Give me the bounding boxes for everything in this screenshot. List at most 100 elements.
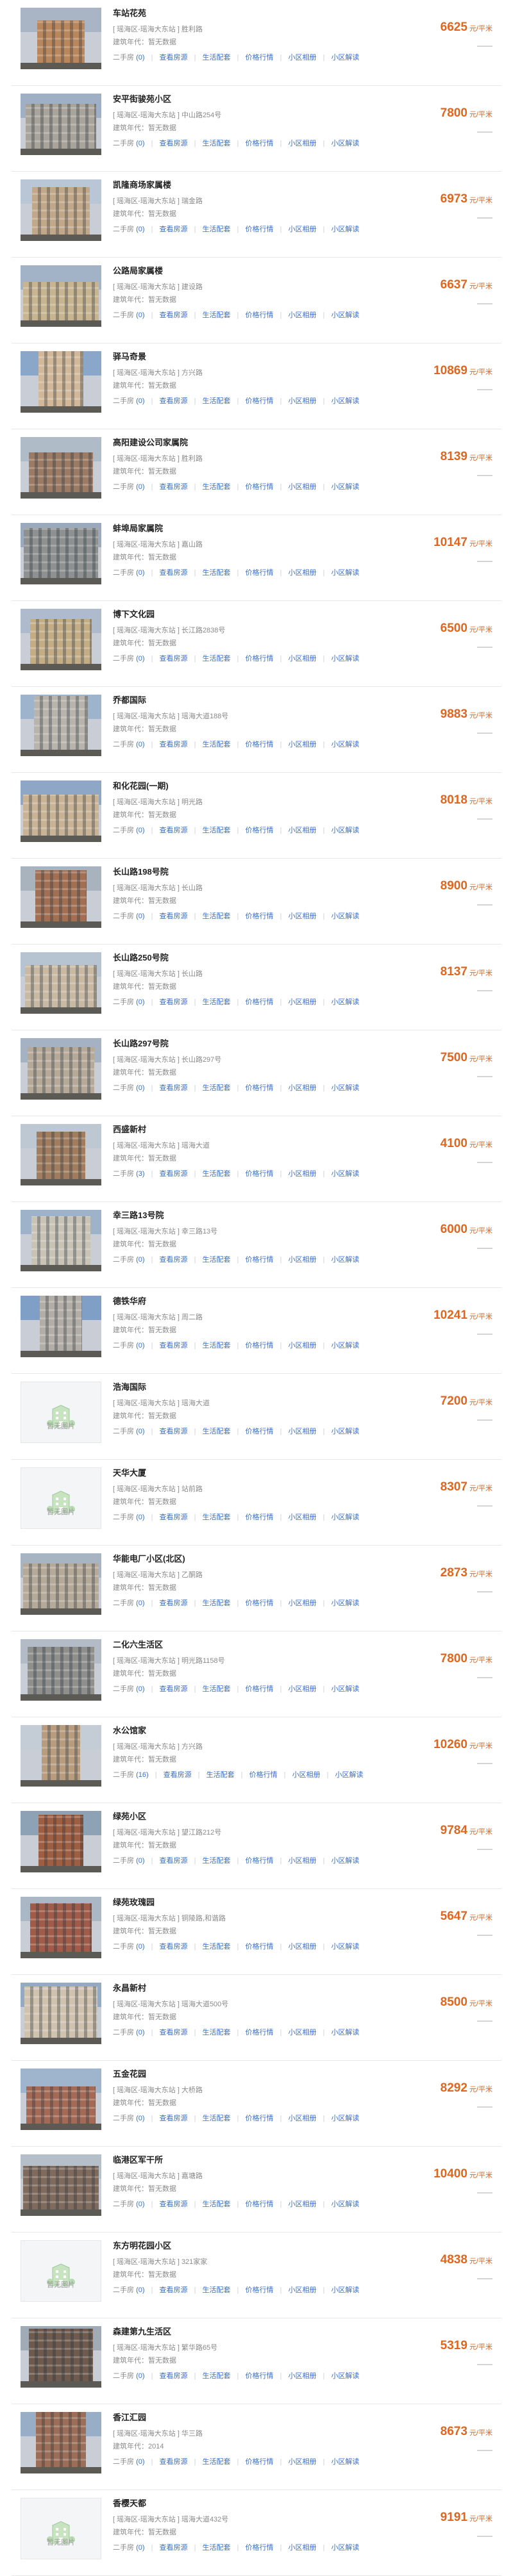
secondhand-count[interactable]: (0) — [136, 1082, 144, 1094]
secondhand-count[interactable]: (3) — [136, 1168, 144, 1180]
price-trend-link[interactable]: 价格行情 — [245, 2284, 273, 2297]
estate-photos-link[interactable]: 小区相册 — [288, 2198, 316, 2211]
amenities-link[interactable]: 生活配套 — [202, 1339, 230, 1352]
price-trend-link[interactable]: 价格行情 — [245, 481, 273, 493]
estate-name[interactable]: 二化六生活区 — [113, 1639, 386, 1651]
estate-photos-link[interactable]: 小区相册 — [292, 1769, 321, 1781]
estate-review-link[interactable]: 小区解读 — [331, 2112, 359, 2125]
estate-review-link[interactable]: 小区解读 — [331, 2370, 359, 2382]
secondhand-count[interactable]: (0) — [136, 2370, 144, 2382]
secondhand-count[interactable]: (0) — [136, 2456, 144, 2468]
view-listings-link[interactable]: 查看房源 — [160, 1683, 188, 1696]
estate-photos-link[interactable]: 小区相册 — [288, 2456, 316, 2468]
estate-review-link[interactable]: 小区解读 — [331, 652, 359, 665]
estate-review-link[interactable]: 小区解读 — [331, 1253, 359, 1266]
secondhand-count[interactable]: (0) — [136, 910, 144, 923]
view-listings-link[interactable]: 查看房源 — [160, 1511, 188, 1524]
view-listings-link[interactable]: 查看房源 — [160, 566, 188, 579]
secondhand-count[interactable]: (0) — [136, 1425, 144, 1438]
price-trend-link[interactable]: 价格行情 — [245, 2541, 273, 2554]
secondhand-count[interactable]: (0) — [136, 309, 144, 322]
estate-name[interactable]: 安平街骏苑小区 — [113, 94, 386, 105]
view-listings-link[interactable]: 查看房源 — [160, 2198, 188, 2211]
amenities-link[interactable]: 生活配套 — [202, 1854, 230, 1867]
secondhand-count[interactable]: (16) — [136, 1769, 149, 1781]
estate-photos-link[interactable]: 小区相册 — [288, 1854, 316, 1867]
estate-thumbnail[interactable] — [21, 780, 101, 842]
estate-review-link[interactable]: 小区解读 — [331, 2541, 359, 2554]
estate-photos-link[interactable]: 小区相册 — [288, 2284, 316, 2297]
view-listings-link[interactable]: 查看房源 — [160, 309, 188, 322]
view-listings-link[interactable]: 查看房源 — [160, 2456, 188, 2468]
estate-photos-link[interactable]: 小区相册 — [288, 2026, 316, 2039]
view-listings-link[interactable]: 查看房源 — [160, 1425, 188, 1438]
estate-name[interactable]: 蚌埠局家属院 — [113, 523, 386, 534]
estate-photos-link[interactable]: 小区相册 — [288, 1339, 316, 1352]
estate-thumbnail[interactable] — [21, 523, 101, 584]
estate-name[interactable]: 西盛新村 — [113, 1124, 386, 1135]
secondhand-count[interactable]: (0) — [136, 51, 144, 64]
amenities-link[interactable]: 生活配套 — [202, 652, 230, 665]
estate-review-link[interactable]: 小区解读 — [331, 910, 359, 923]
estate-name[interactable]: 浩海国际 — [113, 1382, 386, 1393]
estate-photos-link[interactable]: 小区相册 — [288, 1940, 316, 1953]
price-trend-link[interactable]: 价格行情 — [245, 996, 273, 1009]
estate-name[interactable]: 森建第九生活区 — [113, 2326, 386, 2338]
estate-photos-link[interactable]: 小区相册 — [288, 1597, 316, 1610]
price-trend-link[interactable]: 价格行情 — [245, 223, 273, 236]
amenities-link[interactable]: 生活配套 — [202, 2112, 230, 2125]
estate-photos-link[interactable]: 小区相册 — [288, 1168, 316, 1180]
amenities-link[interactable]: 生活配套 — [202, 137, 230, 150]
estate-thumbnail[interactable] — [21, 265, 101, 327]
estate-name[interactable]: 车站花苑 — [113, 8, 386, 19]
amenities-link[interactable]: 生活配套 — [202, 738, 230, 751]
amenities-link[interactable]: 生活配套 — [206, 1769, 235, 1781]
view-listings-link[interactable]: 查看房源 — [160, 824, 188, 837]
estate-thumbnail[interactable] — [21, 94, 101, 155]
amenities-link[interactable]: 生活配套 — [202, 309, 230, 322]
amenities-link[interactable]: 生活配套 — [202, 2370, 230, 2382]
price-trend-link[interactable]: 价格行情 — [245, 2112, 273, 2125]
estate-photos-link[interactable]: 小区相册 — [288, 1253, 316, 1266]
estate-name[interactable]: 香樱天都 — [113, 2498, 386, 2509]
amenities-link[interactable]: 生活配套 — [202, 1511, 230, 1524]
price-trend-link[interactable]: 价格行情 — [245, 2198, 273, 2211]
view-listings-link[interactable]: 查看房源 — [160, 2370, 188, 2382]
estate-photos-link[interactable]: 小区相册 — [288, 2370, 316, 2382]
view-listings-link[interactable]: 查看房源 — [160, 223, 188, 236]
estate-review-link[interactable]: 小区解读 — [335, 1769, 364, 1781]
price-trend-link[interactable]: 价格行情 — [245, 51, 273, 64]
estate-name[interactable]: 和化花园(一期) — [113, 780, 386, 792]
view-listings-link[interactable]: 查看房源 — [160, 910, 188, 923]
price-trend-link[interactable]: 价格行情 — [245, 2456, 273, 2468]
estate-thumbnail[interactable] — [21, 609, 101, 670]
estate-photos-link[interactable]: 小区相册 — [288, 481, 316, 493]
amenities-link[interactable]: 生活配套 — [202, 824, 230, 837]
estate-thumbnail[interactable] — [21, 1811, 101, 1872]
estate-name[interactable]: 高阳建设公司家属院 — [113, 437, 386, 449]
estate-thumbnail[interactable]: 暂无图片 — [21, 1382, 101, 1443]
estate-review-link[interactable]: 小区解读 — [331, 1082, 359, 1094]
amenities-link[interactable]: 生活配套 — [202, 2456, 230, 2468]
estate-thumbnail[interactable] — [21, 2326, 101, 2388]
view-listings-link[interactable]: 查看房源 — [160, 738, 188, 751]
secondhand-count[interactable]: (0) — [136, 137, 144, 150]
estate-name[interactable]: 香江汇园 — [113, 2412, 386, 2423]
amenities-link[interactable]: 生活配套 — [202, 51, 230, 64]
estate-thumbnail[interactable] — [21, 2068, 101, 2130]
estate-review-link[interactable]: 小区解读 — [331, 2456, 359, 2468]
price-trend-link[interactable]: 价格行情 — [245, 137, 273, 150]
estate-thumbnail[interactable]: 暂无图片 — [21, 2240, 101, 2302]
estate-review-link[interactable]: 小区解读 — [331, 1940, 359, 1953]
price-trend-link[interactable]: 价格行情 — [245, 824, 273, 837]
estate-name[interactable]: 水公馆家 — [113, 1725, 386, 1737]
estate-name[interactable]: 天华大厦 — [113, 1467, 386, 1479]
estate-review-link[interactable]: 小区解读 — [331, 2026, 359, 2039]
secondhand-count[interactable]: (0) — [136, 1683, 144, 1696]
estate-photos-link[interactable]: 小区相册 — [288, 395, 316, 408]
estate-thumbnail[interactable] — [21, 437, 101, 499]
estate-name[interactable]: 东方明花园小区 — [113, 2240, 386, 2252]
estate-photos-link[interactable]: 小区相册 — [288, 137, 316, 150]
estate-thumbnail[interactable] — [21, 2412, 101, 2473]
estate-review-link[interactable]: 小区解读 — [331, 309, 359, 322]
